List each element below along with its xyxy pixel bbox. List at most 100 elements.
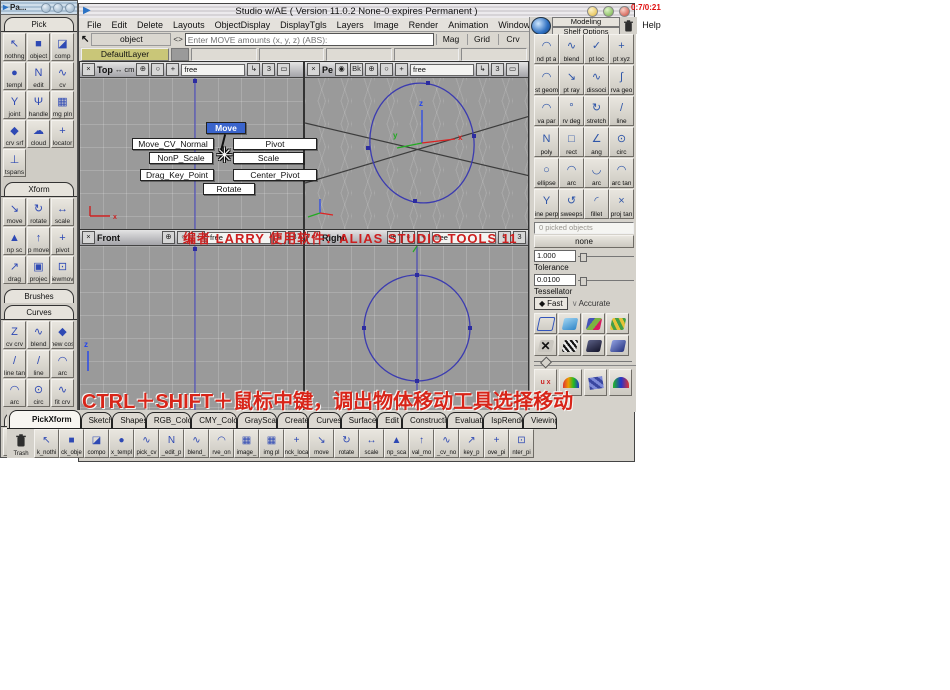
layer-slot[interactable] xyxy=(326,48,392,61)
viewport-perspective-canvas[interactable]: z x y xyxy=(305,78,528,230)
palette-zoom-button[interactable] xyxy=(65,3,75,13)
shelf-tool[interactable]: ○ ellipse xyxy=(534,158,559,188)
shelf-tool[interactable]: ↘ pt ray xyxy=(559,65,584,95)
shelf-tool[interactable]: ▦ image_ xyxy=(234,429,259,458)
palette-tool[interactable]: ⊥ tspans xyxy=(3,149,26,177)
shelf-tool[interactable]: ↻ stretch xyxy=(584,96,609,126)
palette-tool[interactable]: ● templ xyxy=(3,62,26,90)
shelf-trash-icon[interactable] xyxy=(621,17,636,34)
unshade-display-icon[interactable]: ✕ xyxy=(534,335,557,356)
palette-tool[interactable]: ↘ move xyxy=(3,198,26,226)
window-pane-icon[interactable]: ▭ xyxy=(277,63,290,76)
shelf-tab[interactable]: Construction xyxy=(402,412,447,428)
menu-item[interactable]: Animation xyxy=(448,20,488,30)
palette-tool[interactable]: / line xyxy=(27,350,50,378)
eye-icon[interactable]: ◉ xyxy=(335,63,348,76)
palette-tool[interactable]: ∿ cv xyxy=(51,62,74,90)
shelf-tab[interactable]: Viewing xyxy=(523,412,557,428)
shelf-tool[interactable]: ● x_templ xyxy=(109,429,134,458)
mag-button[interactable]: Mag xyxy=(436,34,465,45)
prompt-input[interactable] xyxy=(185,33,434,46)
view-number[interactable]: 3 xyxy=(262,63,275,76)
palette-tool[interactable]: ↻ rotate xyxy=(27,198,50,226)
marking-menu-drag-key-point[interactable]: Drag_Key_Point xyxy=(140,169,214,181)
shelf-tool[interactable]: N poly xyxy=(534,127,559,157)
shelf-tool[interactable]: × proj tan xyxy=(609,189,634,219)
palette-tab-curves[interactable]: Curves xyxy=(4,305,74,319)
palette-tab-pick[interactable]: Pick xyxy=(4,17,74,31)
palette-close-button[interactable] xyxy=(41,3,51,13)
close-icon[interactable]: × xyxy=(82,231,95,244)
zoom-button[interactable] xyxy=(603,6,614,17)
window-pane-icon[interactable]: ▭ xyxy=(506,63,519,76)
close-icon[interactable]: × xyxy=(307,63,320,76)
corner-icon[interactable]: ↳ xyxy=(247,63,260,76)
shelf-tool[interactable]: ◠ va par xyxy=(534,96,559,126)
tumble-icon[interactable]: ○ xyxy=(151,63,164,76)
palette-tool[interactable]: ■ object xyxy=(27,33,50,61)
palette-tool[interactable]: ☁ cloud xyxy=(27,120,50,148)
shelf-tool[interactable]: ↗ key_p xyxy=(459,429,484,458)
shelf-tool[interactable]: ▦ img pl xyxy=(259,429,284,458)
palette-tool[interactable]: ▲ np sc xyxy=(3,227,26,255)
shelf-tool[interactable]: ◜ fillet xyxy=(584,189,609,219)
palette-tool[interactable]: ⊡ iewmov xyxy=(51,256,74,284)
pick-filter-button[interactable]: none xyxy=(534,235,634,248)
trash-icon[interactable]: Trash xyxy=(8,429,34,458)
shelf-tool[interactable]: ∿ _cv_no xyxy=(434,429,459,458)
shelf-tab[interactable]: Shapes xyxy=(112,412,146,428)
shelf-tool[interactable]: ▲ np_sca xyxy=(384,429,409,458)
viewport-top-titlebar[interactable]: × Top ↔ cm ⊕ ○ + free ↳ 3 ▭ xyxy=(80,62,303,78)
palette-tool[interactable]: ◠ arc xyxy=(3,379,26,407)
scale-value-field[interactable]: 1.000 xyxy=(534,250,576,262)
shelf-tool[interactable]: + nck_loca xyxy=(284,429,309,458)
palette-tool[interactable]: ▣ projec xyxy=(27,256,50,284)
shelf-tool[interactable]: ◠ arc tan xyxy=(609,158,634,188)
fast-option[interactable]: ◆Fast xyxy=(534,297,568,310)
marking-menu-nonp-scale[interactable]: NonP_Scale xyxy=(149,152,213,164)
shelf-tool[interactable]: + pt xyz xyxy=(609,34,634,64)
palette-tool[interactable]: ◪ comp xyxy=(51,33,74,61)
shelf-tool[interactable]: ∠ ang xyxy=(584,127,609,157)
scale-slider[interactable] xyxy=(578,256,634,257)
shelf-tool[interactable]: ↺ sweeps xyxy=(559,189,584,219)
menu-item[interactable]: Layouts xyxy=(173,20,205,30)
menu-item[interactable]: Layers xyxy=(337,20,364,30)
marking-menu-center-pivot[interactable]: Center_Pivot xyxy=(233,169,317,181)
default-layer-button[interactable]: DefaultLayer xyxy=(81,48,169,61)
shelf-tool[interactable]: ∿ pick_cv xyxy=(134,429,159,458)
palette-tool[interactable]: Z cv crv xyxy=(3,321,26,349)
dark-shaded-display-icon[interactable] xyxy=(582,335,605,356)
shelf-tool[interactable]: ↔ scale xyxy=(359,429,384,458)
shelf-tab[interactable]: PickXform xyxy=(9,410,81,428)
shelf-tool[interactable]: ⊡ nter_pi xyxy=(509,429,534,458)
minmax-arch-icon[interactable] xyxy=(609,369,632,396)
marking-menu-move-cv-normal[interactable]: Move_CV_Normal xyxy=(132,138,214,150)
marking-menu-move[interactable]: Move xyxy=(206,122,246,134)
zoom-icon[interactable]: ⊕ xyxy=(136,63,149,76)
shelf-modeling-button[interactable]: Modeling xyxy=(552,17,620,27)
globe-icon[interactable] xyxy=(531,17,551,35)
shelf-tool[interactable]: / line xyxy=(609,96,634,126)
close-icon[interactable]: × xyxy=(82,63,95,76)
shelf-tool[interactable]: ↑ val_mo xyxy=(409,429,434,458)
palette-tool[interactable]: ◠ arc xyxy=(51,350,74,378)
layer-slot[interactable] xyxy=(259,48,325,61)
palette-tool[interactable]: N edit xyxy=(27,62,50,90)
accurate-option[interactable]: Accurate xyxy=(572,299,610,308)
shelf-tool[interactable]: ° rv deg xyxy=(559,96,584,126)
menu-item[interactable]: Image xyxy=(374,20,399,30)
striped-display-icon[interactable] xyxy=(606,313,629,334)
layer-slot[interactable] xyxy=(461,48,527,61)
shelf-tool[interactable]: Y ine perp xyxy=(534,189,559,219)
shelf-tab[interactable]: RGB_Colour xyxy=(146,412,191,428)
palette-tool[interactable]: + locator xyxy=(51,120,74,148)
palette-tab-xform[interactable]: Xform xyxy=(4,182,74,196)
marking-menu-pivot[interactable]: Pivot xyxy=(233,138,317,150)
tolerance-slider[interactable] xyxy=(578,280,634,281)
palette-tool[interactable]: ∿ fit crv xyxy=(51,379,74,407)
patch-quilt-icon[interactable] xyxy=(584,369,607,396)
shelf-tab[interactable]: GrayScale xyxy=(237,412,277,428)
close-button[interactable] xyxy=(619,6,630,17)
palette-tool[interactable]: ◆ crv srf xyxy=(3,120,26,148)
